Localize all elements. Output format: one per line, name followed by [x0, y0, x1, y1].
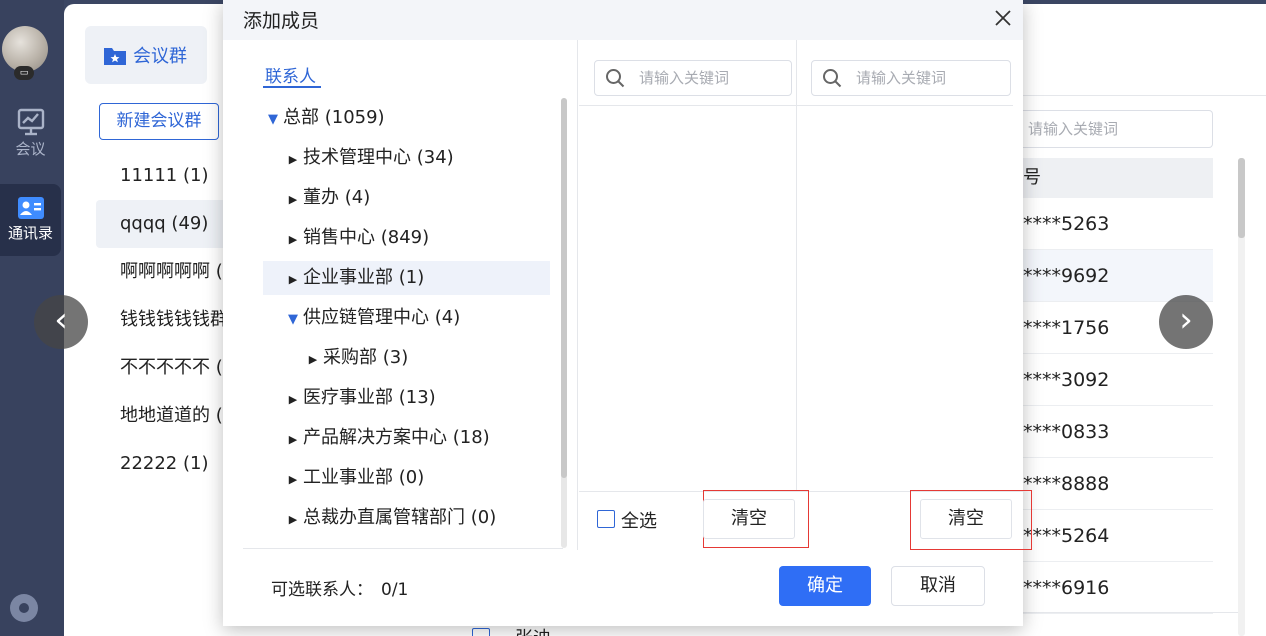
tree-node-label: 企业事业部 (1): [303, 267, 425, 288]
rail-meeting-label: 会议: [15, 140, 46, 158]
clear-left-button[interactable]: 清空: [703, 499, 795, 539]
tree-node[interactable]: ▶ 董办 (4): [283, 181, 370, 215]
tree-node-label: 供应链管理中心 (4): [303, 307, 461, 328]
search-placeholder: 请输入关键词: [639, 69, 730, 87]
group-list-item[interactable]: 地地道道的 (: [96, 392, 226, 440]
caret-right-icon[interactable]: ▶: [283, 503, 303, 537]
selectable-label: 可选联系人：: [271, 580, 373, 600]
table-row[interactable]: ****3092: [1023, 354, 1213, 406]
group-list-item[interactable]: 11111 (1): [96, 152, 226, 200]
caret-right-icon[interactable]: ▶: [303, 343, 323, 377]
search-input-left[interactable]: 请输入关键词: [594, 60, 792, 96]
caret-right-icon[interactable]: ▶: [283, 183, 303, 217]
caret-right-icon[interactable]: ▶: [283, 143, 303, 177]
tree-node[interactable]: ▶ 技术管理中心 (34): [283, 141, 454, 175]
table-row[interactable]: ****0833: [1023, 406, 1213, 458]
table-row[interactable]: ****5264: [1023, 510, 1213, 562]
divider: [1023, 95, 1266, 96]
table-column-header: 号: [1023, 158, 1213, 198]
tree-node-label: 技术管理中心 (34): [303, 147, 454, 168]
table-scrollbar[interactable]: [1238, 158, 1245, 636]
rail-item-contacts[interactable]: 通讯录: [0, 184, 61, 256]
group-list: 11111 (1) qqqq (49) 啊啊啊啊啊 ( 钱钱钱钱钱群 不不不不不…: [96, 152, 226, 488]
tree-node[interactable]: ▶ 医疗事业部 (13): [283, 381, 436, 415]
tree-scrollbar[interactable]: [561, 98, 567, 548]
tree-node-label: 董办 (4): [303, 187, 371, 208]
contacts-search-input[interactable]: 请输入关键词: [1000, 110, 1213, 148]
tree-node[interactable]: ▼ 供应链管理中心 (4): [283, 301, 460, 335]
tree-node[interactable]: ▶ 采购部 (3): [303, 341, 408, 375]
table-row[interactable]: ****6916: [1023, 562, 1213, 614]
confirm-button[interactable]: 确定: [779, 566, 871, 606]
row-checkbox[interactable]: [472, 628, 490, 636]
select-all-checkbox[interactable]: [597, 510, 615, 528]
divider: [797, 105, 1013, 106]
tree-node-selected[interactable]: ▶ 企业事业部 (1): [263, 261, 550, 295]
add-member-dialog: 添加成员 联系人 ▼ 总部 (1059) ▶ 技术管理中心 (34) ▶ 董办 (4)…: [223, 0, 1032, 626]
table-row[interactable]: ****8888: [1023, 458, 1213, 510]
clear-right-button[interactable]: 清空: [920, 499, 1012, 539]
tree-node-label: 产品解决方案中心 (18): [303, 427, 490, 448]
search-input-right[interactable]: 请输入关键词: [811, 60, 1011, 96]
search-icon: [823, 69, 842, 88]
chevron-left-icon[interactable]: ‹: [34, 295, 88, 349]
search-icon: [606, 69, 625, 88]
rail-item-meeting[interactable]: 会议: [0, 108, 61, 159]
divider: [243, 548, 563, 549]
divider: [579, 105, 797, 106]
cancel-button[interactable]: 取消: [891, 566, 985, 606]
tree-node-label: 医疗事业部 (13): [303, 387, 436, 408]
contact-card-icon: [17, 197, 44, 219]
device-badge-icon: ▭: [14, 66, 34, 80]
rail-contacts-label: 通讯录: [7, 224, 53, 242]
group-list-item[interactable]: 钱钱钱钱钱群: [96, 296, 226, 344]
tree-node[interactable]: ▶ 总裁办直属管辖部门 (0): [283, 501, 496, 535]
org-tree-pane: 联系人 ▼ 总部 (1059) ▶ 技术管理中心 (34) ▶ 董办 (4) ▶ 销售中…: [223, 40, 578, 550]
presentation-chart-icon: [17, 108, 44, 136]
table-row[interactable]: ****5263: [1023, 198, 1213, 250]
meeting-group-tab-label: 会议群: [133, 46, 187, 67]
tree-node[interactable]: ▶ 工业事业部 (0): [283, 461, 424, 495]
selectable-value: 0/1: [381, 580, 409, 600]
caret-right-icon[interactable]: ▶: [283, 423, 303, 457]
search-placeholder: 请输入关键词: [856, 69, 947, 87]
group-list-item[interactable]: 22222 (1): [96, 440, 226, 488]
tree-node-label: 销售中心 (849): [303, 227, 430, 248]
group-list-item[interactable]: 不不不不不 (: [96, 344, 226, 392]
tab-underline: [263, 86, 321, 88]
tree-node[interactable]: ▶ 产品解决方案中心 (18): [283, 421, 490, 455]
tab-contacts[interactable]: 联系人: [265, 62, 316, 87]
tree-node[interactable]: ▶ 销售中心 (849): [283, 221, 429, 255]
tree-node-label: 工业事业部 (0): [303, 467, 425, 488]
gear-icon[interactable]: [10, 594, 38, 622]
tree-node-label: 总裁办直属管辖部门 (0): [303, 507, 497, 528]
select-all-label[interactable]: 全选: [621, 507, 657, 533]
contacts-table: ****5263 ****9692 ****1756 ****3092 ****…: [1023, 198, 1213, 614]
caret-down-icon[interactable]: ▼: [263, 103, 283, 137]
caret-right-icon[interactable]: ▶: [283, 383, 303, 417]
group-list-item[interactable]: 啊啊啊啊啊 (: [96, 248, 226, 296]
chevron-right-icon[interactable]: ›: [1159, 295, 1213, 349]
group-list-item-active[interactable]: qqqq (49): [96, 200, 226, 248]
caret-down-icon[interactable]: ▼: [283, 303, 303, 337]
new-group-button[interactable]: 新建会议群: [99, 103, 219, 140]
selectable-count: 可选联系人： 0/1: [271, 575, 408, 600]
caret-right-icon[interactable]: ▶: [283, 223, 303, 257]
tree-node[interactable]: ▼ 总部 (1059): [263, 101, 385, 135]
meeting-group-tab[interactable]: 会议群: [85, 26, 207, 84]
selected-pane: 请输入关键词: [797, 40, 1023, 492]
caret-right-icon[interactable]: ▶: [283, 263, 303, 297]
tree-node-label: 总部 (1059): [283, 107, 385, 128]
dialog-title: 添加成员: [243, 10, 320, 32]
tree-node-label: 采购部 (3): [323, 347, 409, 368]
caret-right-icon[interactable]: ▶: [283, 463, 303, 497]
candidate-pane: 请输入关键词: [579, 40, 797, 492]
close-icon[interactable]: [993, 8, 1013, 28]
folder-star-icon: [104, 48, 126, 65]
dialog-header: 添加成员: [223, 0, 1023, 40]
